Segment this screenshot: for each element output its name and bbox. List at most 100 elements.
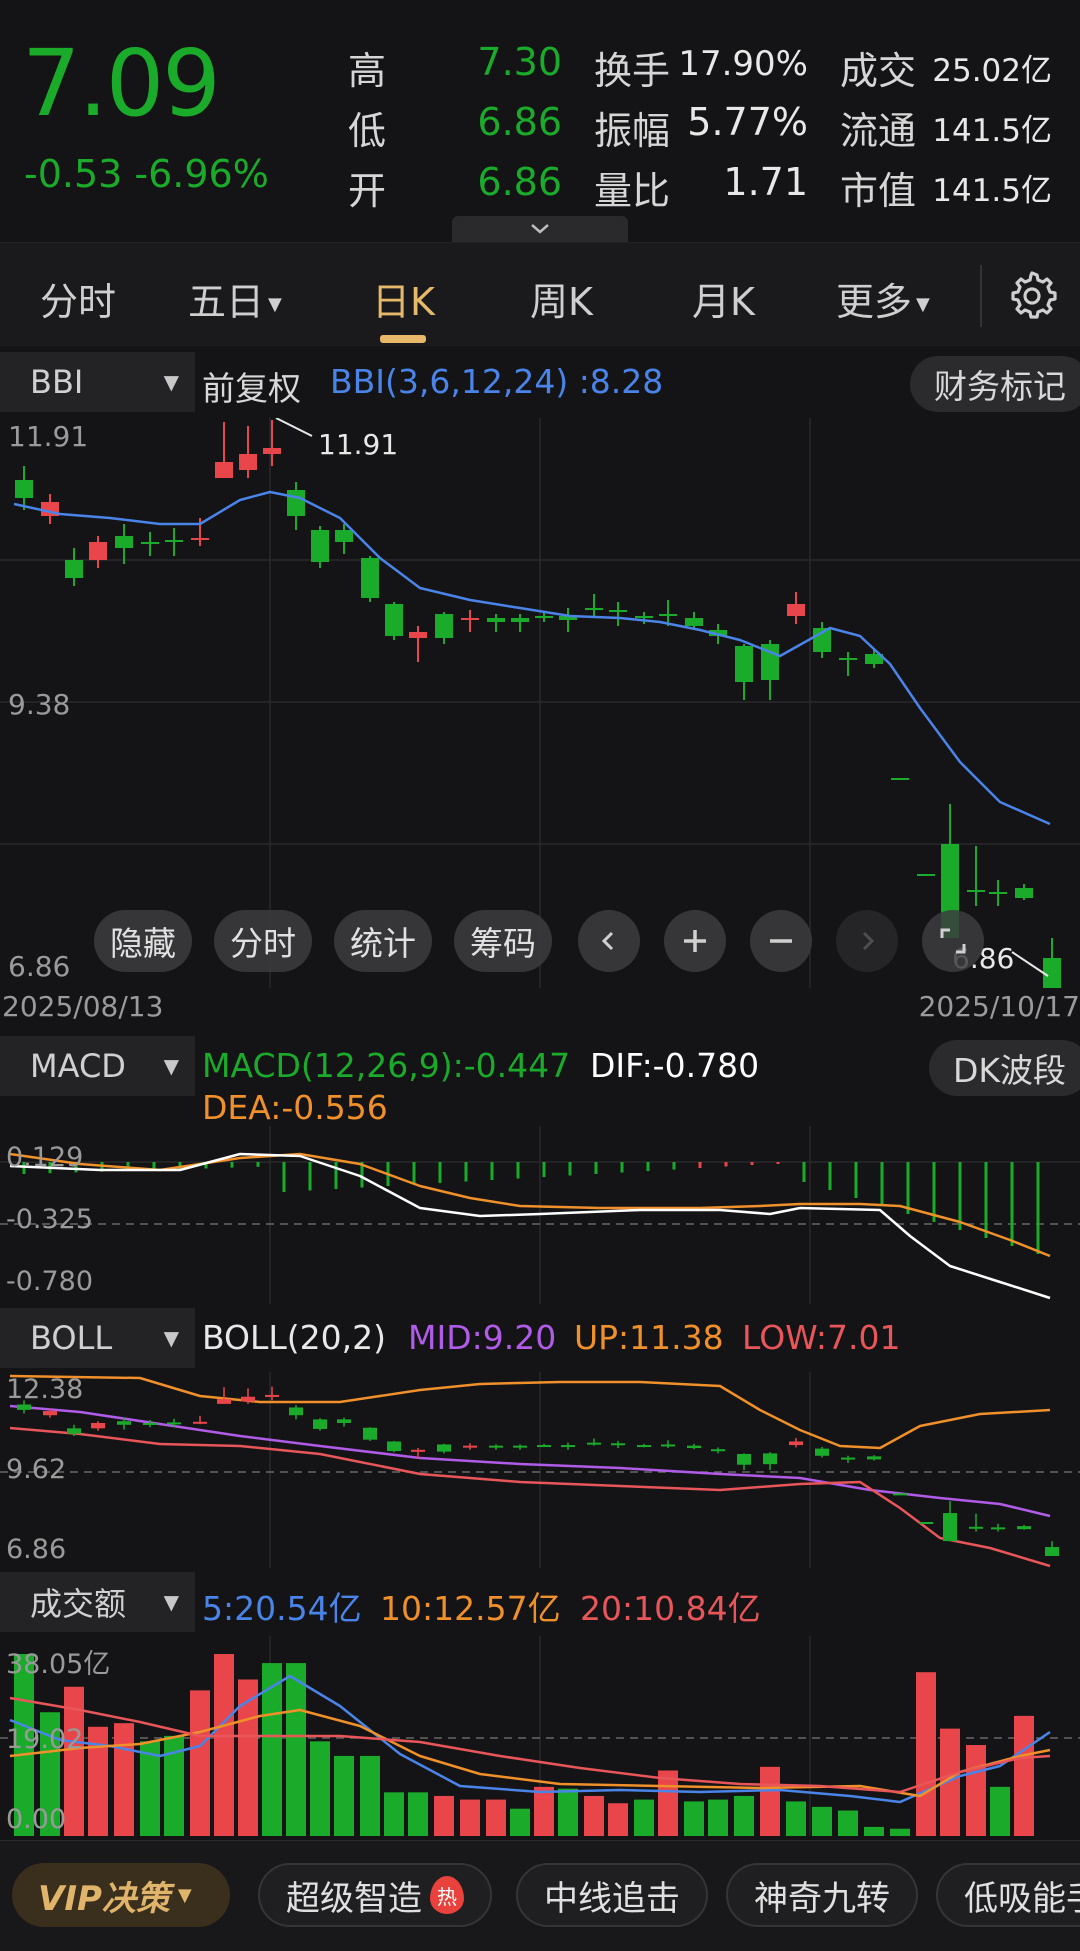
vip-label: VIP决策 — [38, 1878, 170, 1919]
date-start: 2025/08/13 — [2, 990, 164, 1023]
tab-wuri[interactable]: 五日 ▼ — [188, 271, 282, 326]
adjust-mode[interactable]: 前复权 — [202, 362, 301, 410]
boll-y-bottom: 6.86 — [6, 1534, 67, 1565]
current-price: 7.09 — [22, 30, 221, 137]
stats-button[interactable]: 统计 — [334, 910, 432, 972]
dk-band-button[interactable]: DK波段 — [928, 1040, 1080, 1096]
boll-low: LOW:7.01 — [742, 1318, 901, 1357]
candle-body — [839, 658, 857, 660]
volume-bar — [460, 1799, 480, 1836]
volume-chart[interactable]: 38.05亿 19.02 0.00 — [0, 1636, 1080, 1836]
boll-candle-body — [513, 1445, 527, 1448]
boll-candle-body — [687, 1445, 701, 1449]
high-value: 7.30 — [477, 40, 562, 84]
reset-button[interactable] — [922, 910, 984, 972]
macd-dea: DEA:-0.556 — [202, 1088, 388, 1127]
boll-indicator-row: BOLL ▼ BOLL(20,2) MID:9.20 UP:11.38 LOW:… — [0, 1306, 1080, 1370]
candle-body — [511, 618, 529, 622]
candle-body — [659, 614, 677, 616]
hide-button[interactable]: 隐藏 — [94, 910, 192, 972]
volume-bar — [310, 1741, 330, 1836]
volume-bar — [890, 1828, 910, 1836]
boll-candle-body — [143, 1422, 157, 1425]
tab-zhouk[interactable]: 周K — [530, 271, 593, 326]
expand-header-button[interactable] — [452, 216, 628, 242]
kline-svg — [0, 418, 1080, 988]
boll-candle-body — [661, 1444, 675, 1447]
boll-candle-body — [489, 1445, 503, 1448]
tab-rik[interactable]: 日K — [372, 271, 435, 326]
boll-mid: MID:9.20 — [408, 1318, 557, 1357]
fenshi-overlay-button[interactable]: 分时 — [214, 910, 312, 972]
candle-body — [239, 454, 257, 470]
price-change: -0.53 -6.96% — [24, 152, 269, 196]
zoom-out-button[interactable] — [750, 910, 812, 972]
kline-chart[interactable]: 11.91 9.38 6.86 11.91 6.86 — [0, 418, 1080, 988]
boll-candle-body — [867, 1456, 881, 1460]
finance-mark-button[interactable]: 财务标记 — [910, 356, 1080, 412]
macd-indicator-row: MACD ▼ MACD(12,26,9):-0.447 DIF:-0.780 D… — [0, 1034, 1080, 1127]
macd-y-bottom: -0.780 — [6, 1266, 94, 1297]
chips-button[interactable]: 筹码 — [454, 910, 552, 972]
boll-candle-body — [265, 1394, 279, 1397]
candle-body — [191, 538, 209, 540]
boll-candle-body — [363, 1427, 377, 1440]
volume-bar — [684, 1801, 704, 1836]
tab-yuek[interactable]: 月K — [692, 271, 755, 326]
volume-bar — [286, 1663, 306, 1836]
macd-chart[interactable]: 0.129 -0.325 -0.780 — [0, 1126, 1080, 1304]
candle-body — [1043, 958, 1061, 988]
candle-body — [15, 480, 33, 498]
boll-candle-body — [943, 1513, 957, 1542]
mid-line-chase-button[interactable]: 中线追击 — [516, 1863, 708, 1927]
volume-indicator-select[interactable]: 成交额 ▼ — [0, 1572, 195, 1632]
candle-body — [891, 778, 909, 780]
scroll-left-button[interactable] — [578, 910, 640, 972]
bbi-formula: BBI(3,6,12,24) :8.28 — [330, 362, 664, 401]
macd-value: MACD(12,26,9):-0.447 — [202, 1046, 571, 1085]
amplitude-value: 5.77% — [687, 100, 808, 144]
tab-wuri-label: 五日 — [188, 280, 265, 324]
candle-body — [65, 560, 83, 578]
boll-candle-body — [711, 1449, 725, 1452]
volume-bar — [734, 1795, 754, 1836]
boll-indicator-select[interactable]: BOLL ▼ — [0, 1308, 195, 1368]
tab-fenshi[interactable]: 分时 — [40, 271, 116, 326]
volume-bar — [760, 1766, 780, 1836]
macd-svg — [0, 1126, 1080, 1304]
quote-header: 7.09 -0.53 -6.96% 高 7.30 换手 17.90% 成交 25… — [0, 0, 1080, 242]
candle-body — [609, 610, 627, 612]
scroll-right-button[interactable] — [836, 910, 898, 972]
high-marker-label: 11.91 — [318, 428, 399, 461]
mktcap-value: 141.5亿 — [932, 173, 1052, 209]
tab-more[interactable]: 更多 ▼ — [836, 271, 930, 326]
volume-indicator-name: 成交额 — [30, 1585, 127, 1623]
amount-label: 成交 — [840, 49, 917, 93]
super-smart-button[interactable]: 超级智造 热 — [258, 1863, 492, 1927]
volume-bar — [812, 1806, 832, 1836]
macd-indicator-select[interactable]: MACD ▼ — [0, 1036, 195, 1096]
boll-candle-body — [1045, 1547, 1059, 1556]
chevron-right-icon — [855, 929, 879, 953]
caret-down-icon: ▼ — [268, 294, 282, 315]
main-indicator-select[interactable]: BBI ▼ — [0, 352, 195, 412]
boll-chart[interactable]: 12.38 9.62 6.86 — [0, 1372, 1080, 1568]
magic-nine-button[interactable]: 神奇九转 — [726, 1863, 918, 1927]
candle-body — [685, 618, 703, 626]
gear-icon[interactable] — [1006, 269, 1058, 321]
boll-y-top: 12.38 — [6, 1374, 84, 1405]
boll-candle-body — [537, 1445, 551, 1448]
vip-decision-button[interactable]: VIP决策 ▼ — [12, 1863, 230, 1927]
volume-ratio-value: 1.71 — [723, 160, 808, 204]
volume-bar — [384, 1792, 404, 1836]
boll-candle-body — [561, 1445, 575, 1448]
volume-bar — [708, 1799, 728, 1836]
candle-body — [1015, 888, 1033, 898]
boll-candle-body — [789, 1441, 803, 1446]
boll-candle-body — [117, 1421, 131, 1425]
active-tab-indicator — [380, 335, 426, 343]
zoom-in-button[interactable] — [664, 910, 726, 972]
candle-body — [215, 462, 233, 478]
candle-body — [461, 618, 479, 620]
low-buy-button[interactable]: 低吸能手 — [936, 1863, 1080, 1927]
